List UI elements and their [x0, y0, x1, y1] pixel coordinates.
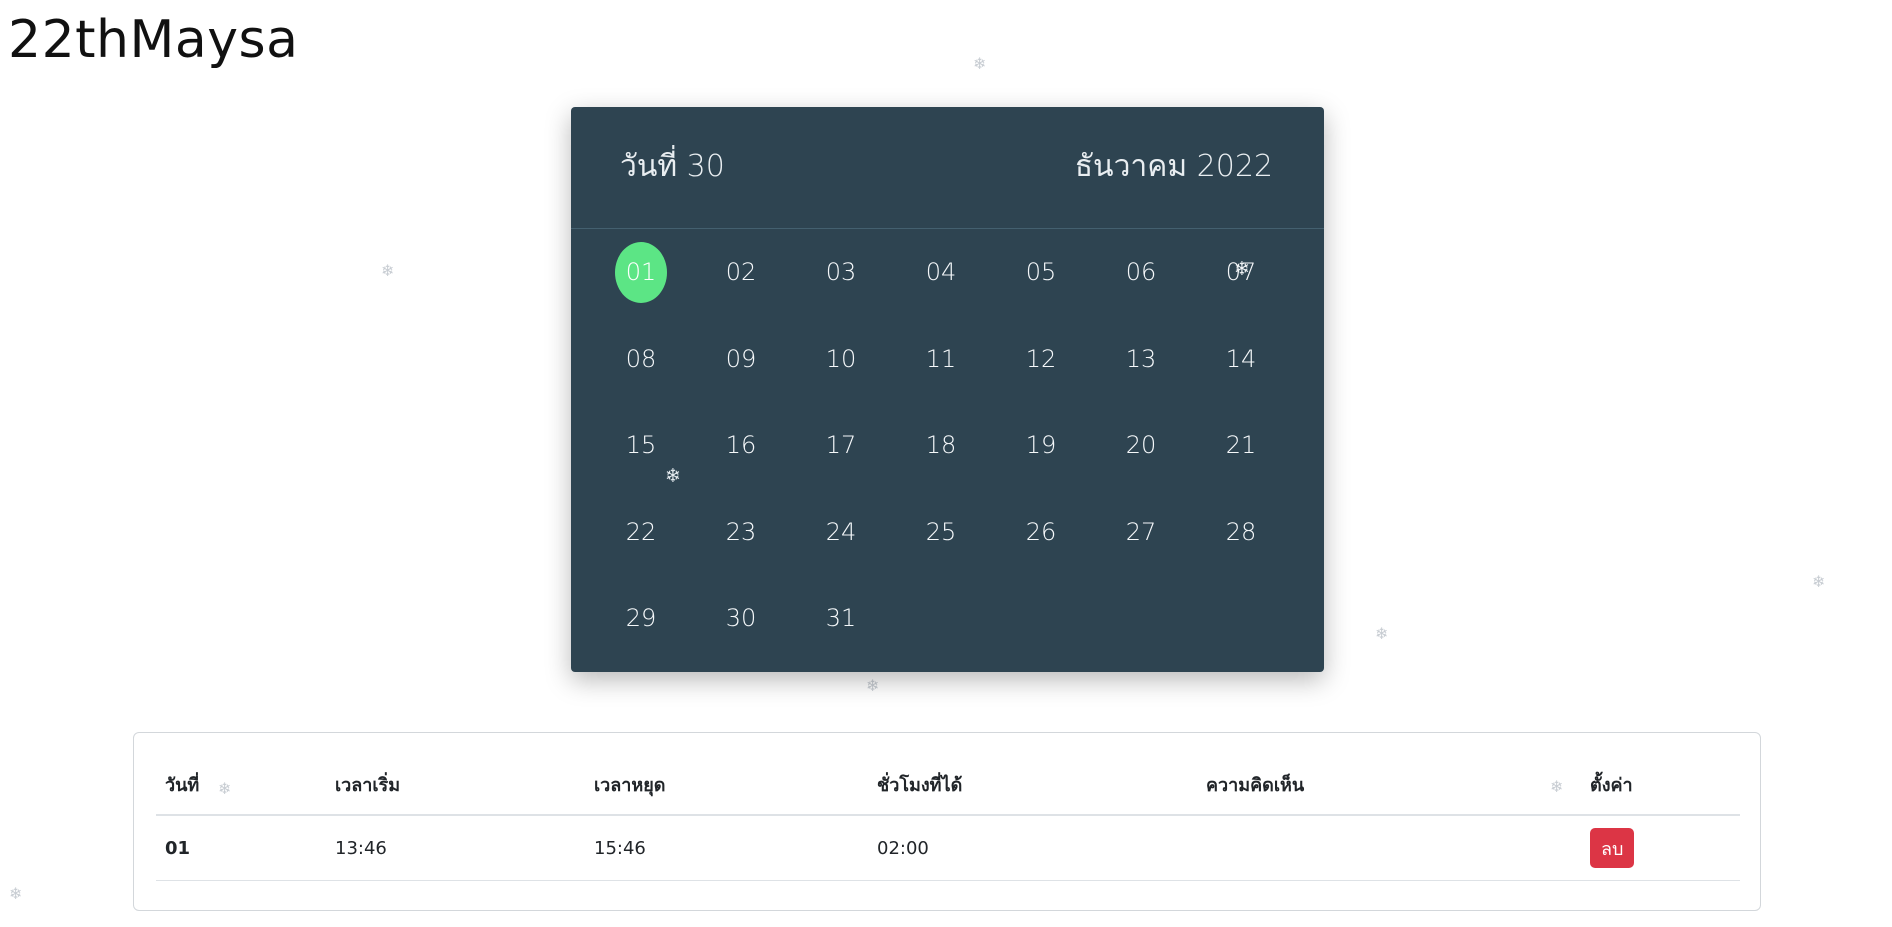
- column-header-start-time: เวลาเริ่ม: [326, 755, 585, 816]
- snowflake-icon: ❄: [665, 465, 681, 487]
- calendar-day-06[interactable]: 06: [1091, 229, 1191, 316]
- cell-day: 01: [156, 815, 326, 881]
- time-entries-card: วันที่ เวลาเริ่ม เวลาหยุด ชั่วโมงที่ได้ …: [133, 732, 1761, 911]
- calendar-day-12[interactable]: 12: [991, 316, 1091, 403]
- calendar-day-31[interactable]: 31: [791, 575, 891, 662]
- calendar-day-23[interactable]: 23: [691, 489, 791, 576]
- calendar-day-number: 31: [825, 604, 857, 633]
- calendar-day-number: 20: [1125, 431, 1157, 460]
- site-title: 22thMaysa: [8, 10, 299, 70]
- cell-comment: [1197, 815, 1581, 881]
- calendar-day-number: 08: [625, 344, 657, 373]
- calendar-day-number: 24: [825, 517, 857, 546]
- cell-settings: ลบ: [1581, 815, 1740, 881]
- calendar-day-number: 13: [1125, 344, 1157, 373]
- calendar-day-22[interactable]: 22: [591, 489, 691, 576]
- calendar-day-number: 19: [1025, 431, 1057, 460]
- snowflake-icon: ❄: [381, 261, 395, 280]
- calendar-day-08[interactable]: 08: [591, 316, 691, 403]
- time-entries-table: วันที่ เวลาเริ่ม เวลาหยุด ชั่วโมงที่ได้ …: [156, 755, 1740, 881]
- calendar-day-number: 02: [725, 258, 757, 287]
- cell-hours: 02:00: [868, 815, 1197, 881]
- calendar-widget: วันที่ 30 ธันวาคม 2022 01 02 03 04 05 06 07 08 0…: [571, 107, 1324, 672]
- cell-stop-time: 15:46: [585, 815, 868, 881]
- cell-start-time: 13:46: [326, 815, 585, 881]
- calendar-day-27[interactable]: 27: [1091, 489, 1191, 576]
- calendar-header: วันที่ 30 ธันวาคม 2022: [571, 107, 1324, 229]
- calendar-day-10[interactable]: 10: [791, 316, 891, 403]
- column-header-hours: ชั่วโมงที่ได้: [868, 755, 1197, 816]
- calendar-day-number: 17: [825, 431, 857, 460]
- calendar-day-02[interactable]: 02: [691, 229, 791, 316]
- snowflake-icon: ❄: [1234, 258, 1250, 280]
- calendar-day-number: 25: [925, 517, 957, 546]
- calendar-day-20[interactable]: 20: [1091, 402, 1191, 489]
- selected-day-label: วันที่ 30: [620, 149, 725, 184]
- calendar-day-28[interactable]: 28: [1191, 489, 1291, 576]
- calendar-day-number: 10: [825, 344, 857, 373]
- calendar-day-number: 12: [1025, 344, 1057, 373]
- column-header-settings: ตั้งค่า: [1581, 755, 1740, 816]
- calendar-day-11[interactable]: 11: [891, 316, 991, 403]
- calendar-day-05[interactable]: 05: [991, 229, 1091, 316]
- calendar-day-number: 29: [625, 604, 657, 633]
- calendar-day-number: 01: [615, 241, 667, 303]
- snowflake-icon: ❄: [1375, 624, 1389, 643]
- table-header-row: วันที่ เวลาเริ่ม เวลาหยุด ชั่วโมงที่ได้ …: [156, 755, 1740, 816]
- calendar-day-14[interactable]: 14: [1191, 316, 1291, 403]
- snowflake-icon: ❄: [866, 676, 880, 695]
- calendar-day-30[interactable]: 30: [691, 575, 791, 662]
- calendar-day-24[interactable]: 24: [791, 489, 891, 576]
- calendar-day-number: 15: [625, 431, 657, 460]
- calendar-day-number: 22: [625, 517, 657, 546]
- calendar-day-grid: 01 02 03 04 05 06 07 08 09 10 11 12 13 14 15 16 17 18 19 20…: [591, 229, 1311, 662]
- calendar-day-number: 26: [1025, 517, 1057, 546]
- column-header-comment: ความคิดเห็น: [1197, 755, 1581, 816]
- delete-button[interactable]: ลบ: [1590, 828, 1635, 868]
- calendar-day-number: 27: [1125, 517, 1157, 546]
- snowflake-icon: ❄: [9, 884, 23, 903]
- snowflake-icon: ❄: [1812, 572, 1826, 591]
- calendar-day-number: 18: [925, 431, 957, 460]
- calendar-day-number: 05: [1025, 258, 1057, 287]
- snowflake-icon: ❄: [973, 54, 987, 73]
- calendar-day-number: 09: [725, 344, 757, 373]
- calendar-day-18[interactable]: 18: [891, 402, 991, 489]
- calendar-day-number: 23: [725, 517, 757, 546]
- calendar-day-19[interactable]: 19: [991, 402, 1091, 489]
- month-year-label: ธันวาคม 2022: [1074, 149, 1273, 184]
- calendar-day-number: 30: [725, 604, 757, 633]
- calendar-day-number: 06: [1125, 258, 1157, 287]
- calendar-day-number: 28: [1225, 517, 1257, 546]
- table-row: 01 13:46 15:46 02:00 ลบ: [156, 815, 1740, 881]
- calendar-day-21[interactable]: 21: [1191, 402, 1291, 489]
- calendar-day-17[interactable]: 17: [791, 402, 891, 489]
- calendar-day-01[interactable]: 01: [591, 229, 691, 316]
- calendar-day-03[interactable]: 03: [791, 229, 891, 316]
- calendar-day-26[interactable]: 26: [991, 489, 1091, 576]
- calendar-day-04[interactable]: 04: [891, 229, 991, 316]
- calendar-day-number: 03: [825, 258, 857, 287]
- calendar-day-29[interactable]: 29: [591, 575, 691, 662]
- calendar-day-number: 04: [925, 258, 957, 287]
- column-header-day: วันที่: [156, 755, 326, 816]
- calendar-day-25[interactable]: 25: [891, 489, 991, 576]
- calendar-day-16[interactable]: 16: [691, 402, 791, 489]
- calendar-day-13[interactable]: 13: [1091, 316, 1191, 403]
- calendar-day-09[interactable]: 09: [691, 316, 791, 403]
- calendar-day-number: 21: [1225, 431, 1257, 460]
- calendar-day-number: 14: [1225, 344, 1257, 373]
- column-header-stop-time: เวลาหยุด: [585, 755, 868, 816]
- calendar-day-number: 16: [725, 431, 757, 460]
- calendar-day-number: 11: [925, 344, 957, 373]
